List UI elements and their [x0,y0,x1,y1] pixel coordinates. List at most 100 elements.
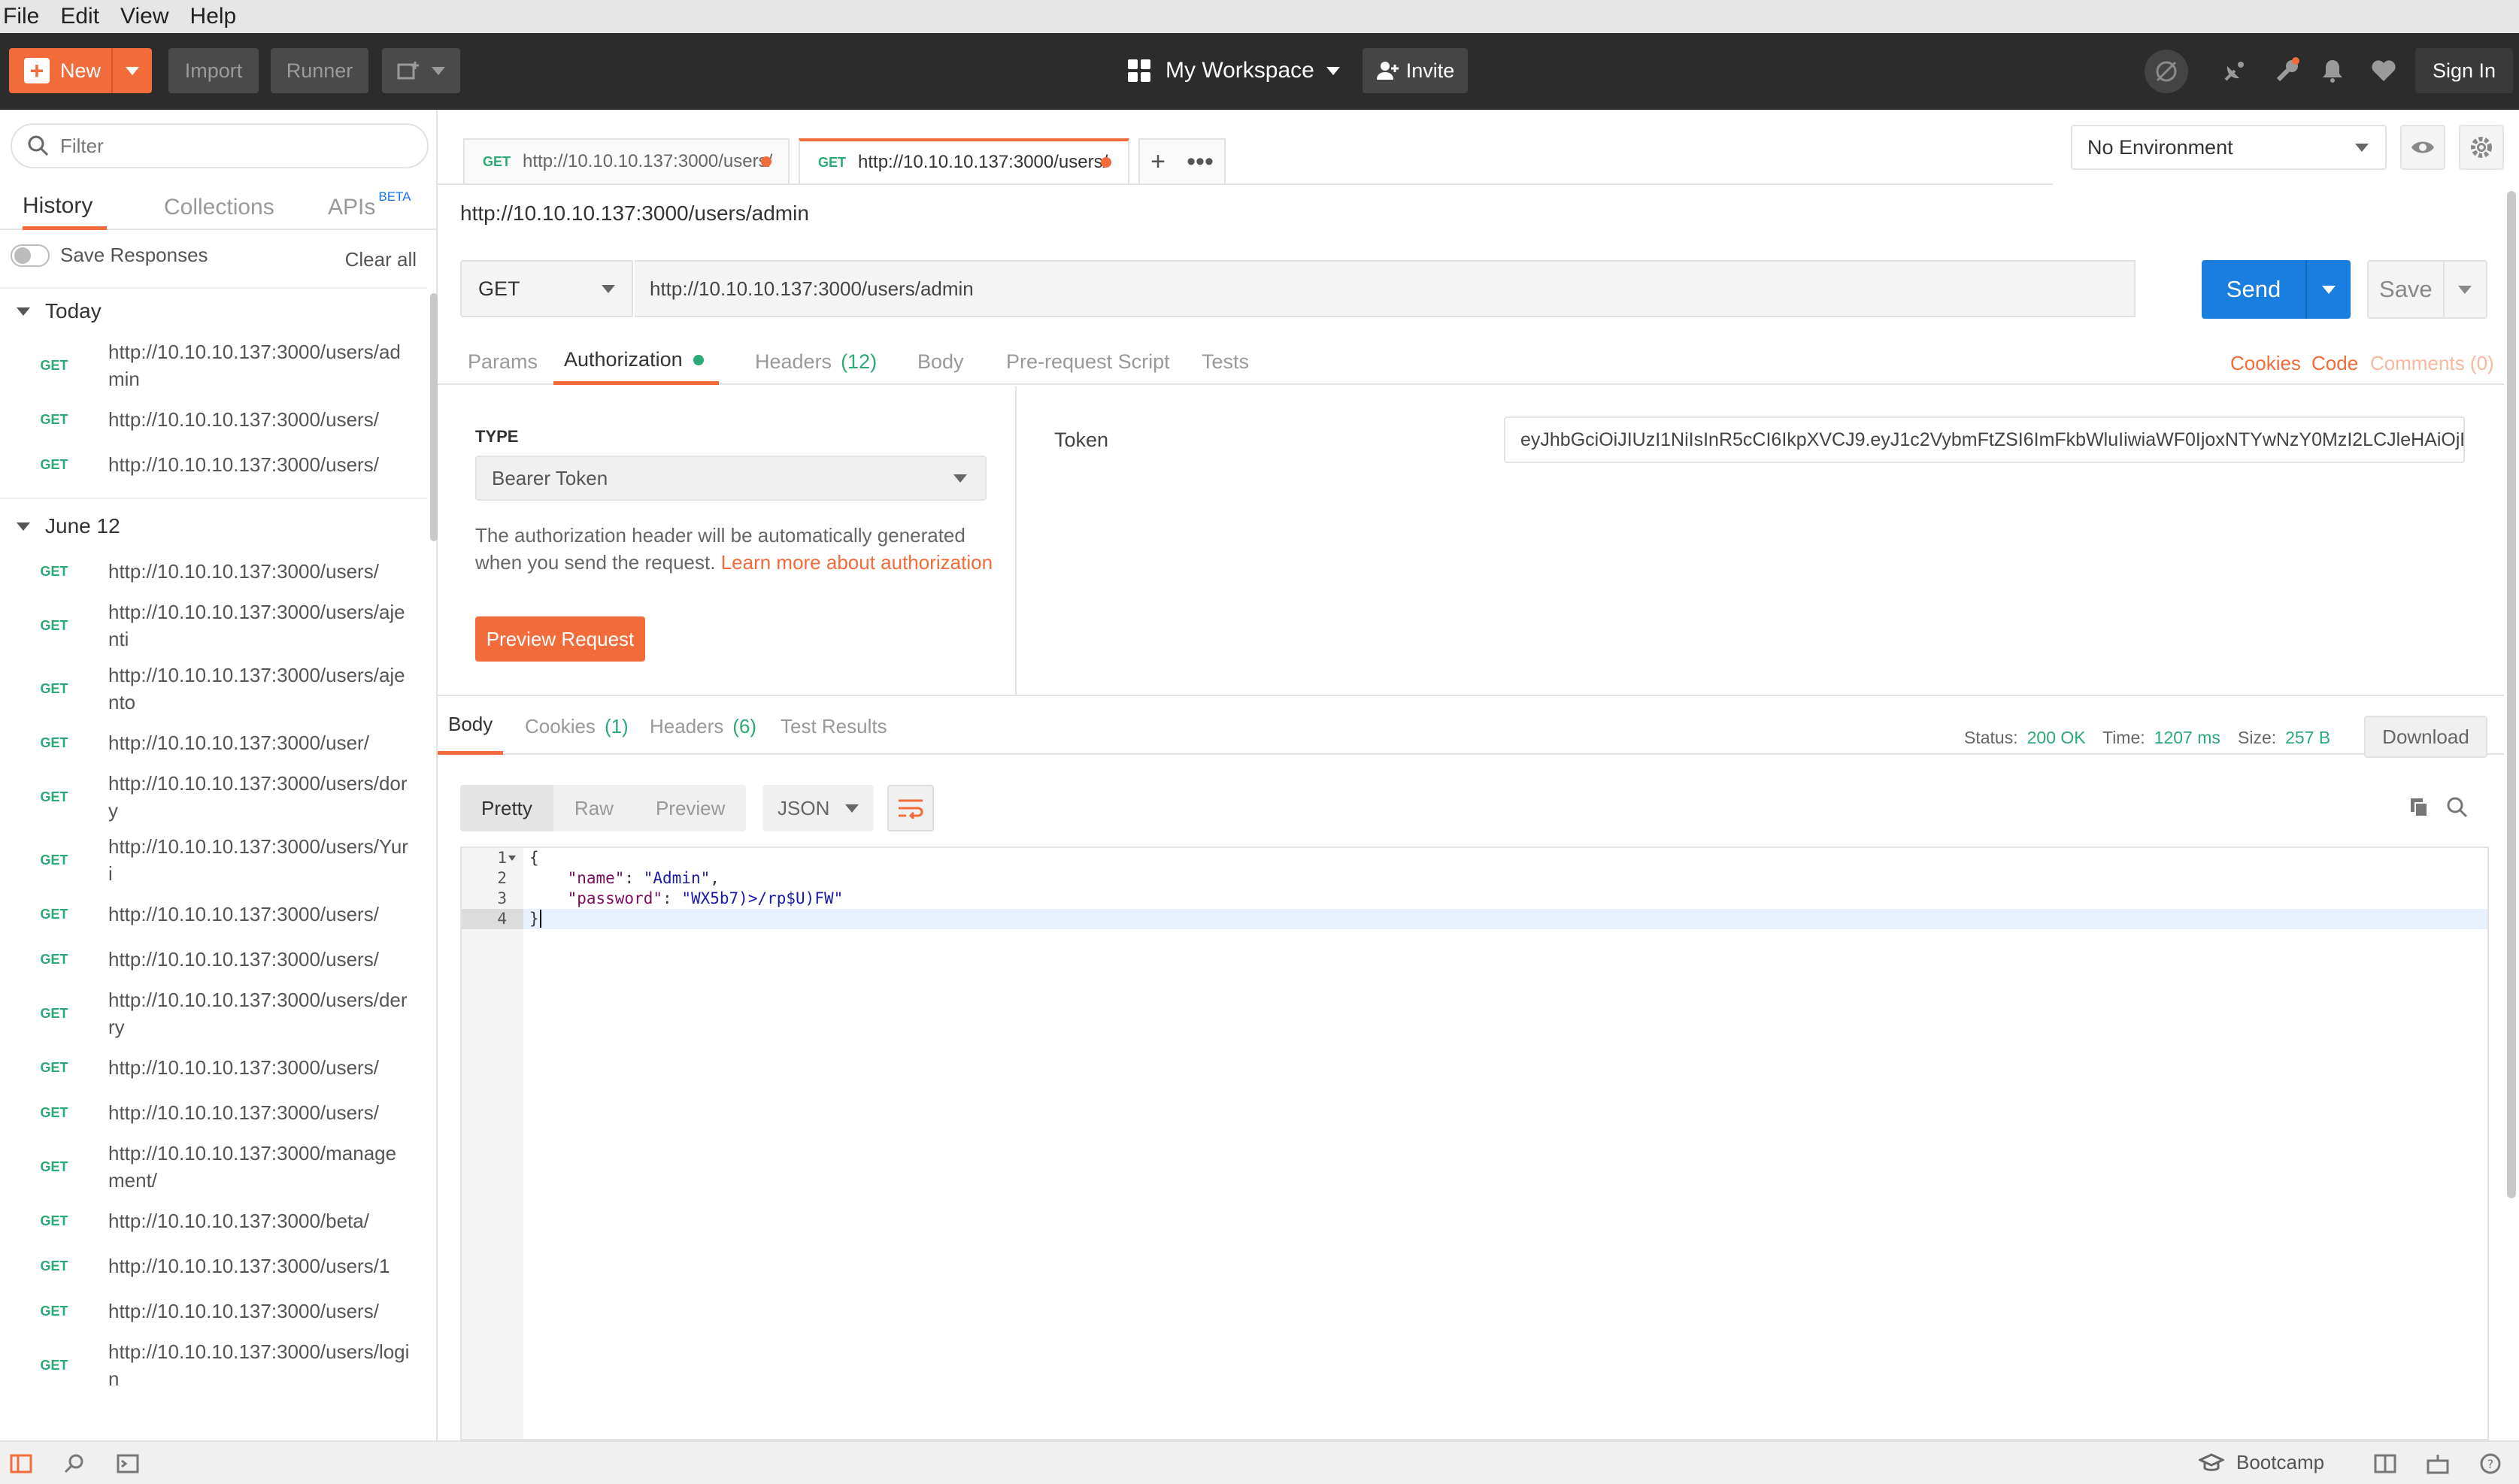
history-item[interactable]: GET http://10.10.10.137:3000/users/derry [0,982,427,1045]
menu-edit[interactable]: Edit [60,4,99,29]
unsaved-dot [1101,157,1111,168]
history-item[interactable]: GET http://10.10.10.137:3000/users/ [0,892,427,937]
wrap-lines-button[interactable] [887,785,934,831]
history-item[interactable]: GET http://10.10.10.137:3000/management/ [0,1135,427,1198]
save-responses-toggle[interactable]: Save Responses [11,244,208,267]
history-item[interactable]: GET http://10.10.10.137:3000/users/ajenti [0,594,427,657]
send-dropdown-toggle[interactable] [2305,260,2351,319]
two-pane-view-icon[interactable] [2372,1451,2399,1476]
history-item[interactable]: GET http://10.10.10.137:3000/users/ [0,442,427,487]
cookies-link[interactable]: Cookies [2230,352,2301,375]
history-item[interactable]: GET http://10.10.10.137:3000/users/ [0,549,427,594]
menu-view[interactable]: View [120,4,168,29]
history-item[interactable]: GET http://10.10.10.137:3000/user/ [0,720,427,765]
keyboard-shortcuts-icon[interactable] [2424,1451,2451,1476]
menu-help[interactable]: Help [190,4,237,29]
tab-apis[interactable]: APIs BETA [328,185,411,230]
auth-type-select[interactable]: Bearer Token [475,456,987,501]
copy-icon[interactable] [2403,791,2436,824]
sync-off-icon[interactable] [2145,50,2188,93]
comments-link[interactable]: Comments (0) [2370,352,2494,375]
satellite-icon[interactable] [2220,56,2250,86]
find-replace-icon[interactable] [60,1451,87,1476]
add-tab-icon[interactable]: + [1150,147,1166,177]
history-item[interactable]: GET http://10.10.10.137:3000/users/1 [0,1243,427,1289]
token-input[interactable]: eyJhbGciOiJIUzI1NiIsInR5cCI6IkpXVCJ9.eyJ… [1504,416,2465,463]
import-button[interactable]: Import [168,48,259,93]
tab-response-body[interactable]: Body [438,698,504,755]
save-button[interactable]: Save [2367,260,2487,319]
workspace-switcher[interactable]: My Workspace [1128,48,1340,93]
help-icon[interactable]: ? [2477,1451,2504,1476]
history-item[interactable]: GET http://10.10.10.137:3000/users/Yuri [0,828,427,892]
sign-in-button[interactable]: Sign In [2415,48,2513,93]
history-item[interactable]: GET http://10.10.10.137:3000/users/ [0,397,427,442]
filter-input[interactable] [60,134,406,158]
view-pretty[interactable]: Pretty [460,785,553,831]
tab-params[interactable]: Params [468,338,538,385]
url-input[interactable]: http://10.10.10.137:3000/users/admin [635,260,2136,317]
main-scrollbar[interactable] [2507,191,2516,1198]
new-window-button[interactable] [382,48,460,93]
wrench-icon[interactable] [2272,56,2302,86]
tab-authorization[interactable]: Authorization [553,338,719,385]
runner-button[interactable]: Runner [271,48,368,93]
new-button[interactable]: + New [9,48,152,93]
learn-more-link[interactable]: Learn more about authorization [721,551,993,574]
environment-select[interactable]: No Environment [2071,125,2387,170]
tab-collections[interactable]: Collections [164,185,274,230]
heart-icon[interactable] [2369,56,2399,86]
format-select[interactable]: JSON [762,785,874,831]
response-body-editor[interactable]: 1 2 3 4 { "name": "Admin", "password": "… [460,846,2489,1440]
line-number-gutter [462,848,523,1439]
search-icon[interactable] [2441,791,2474,824]
manage-environments-button[interactable] [2459,125,2504,170]
bootcamp-button[interactable]: Bootcamp [2199,1451,2324,1474]
fold-arrow-icon[interactable] [508,856,516,861]
history-group-today[interactable]: Today [0,289,427,334]
save-dropdown-toggle[interactable] [2442,261,2486,318]
menu-file[interactable]: File [3,4,39,29]
tab-body[interactable]: Body [917,338,964,385]
tab-response-headers[interactable]: Headers (6) [650,698,756,755]
request-tab[interactable]: GET http://10.10.10.137:3000/users/ [463,138,790,183]
request-tab-active[interactable]: GET http://10.10.10.137:3000/users/ [799,138,1129,183]
history-item-url: http://10.10.10.137:3000/beta/ [108,1210,369,1232]
tab-test-results[interactable]: Test Results [781,698,887,755]
download-button[interactable]: Download [2364,716,2487,758]
history-item[interactable]: GET http://10.10.10.137:3000/users/ [0,1090,427,1135]
preview-request-button[interactable]: Preview Request [475,616,645,662]
environment-quick-look-button[interactable] [2400,125,2445,170]
clear-all-button[interactable]: Clear all [345,248,417,271]
history-item[interactable]: GET http://10.10.10.137:3000/users/ajento [0,657,427,720]
history-item[interactable]: GET http://10.10.10.137:3000/users/dory [0,765,427,828]
toggle-sidebar-icon[interactable] [8,1451,35,1476]
tab-headers[interactable]: Headers (12) [755,338,877,385]
more-tabs-icon[interactable]: ••• [1187,147,1214,177]
console-icon[interactable] [114,1451,141,1476]
history-item[interactable]: GET http://10.10.10.137:3000/users/ [0,1289,427,1334]
new-dropdown-toggle[interactable] [111,48,152,93]
tab-history[interactable]: History [23,185,107,230]
filter-field[interactable] [11,123,429,168]
tab-tests[interactable]: Tests [1202,338,1249,385]
tab-pre-request-script[interactable]: Pre-request Script [1006,338,1170,385]
history-item[interactable]: GET http://10.10.10.137:3000/users/login [0,1334,427,1397]
tab-response-cookies[interactable]: Cookies (1) [525,698,629,755]
send-button[interactable]: Send [2202,260,2351,319]
history-item[interactable]: GET http://10.10.10.137:3000/beta/ [0,1198,427,1243]
sidebar-scrollbar[interactable] [430,293,438,541]
status-label: Status: [1964,728,2018,747]
view-preview[interactable]: Preview [634,785,747,831]
history-item[interactable]: GET http://10.10.10.137:3000/users/ [0,937,427,982]
history-item[interactable]: GET http://10.10.10.137:3000/users/admin [0,334,427,397]
method-select[interactable]: GET [460,260,633,317]
code-link[interactable]: Code [2311,352,2358,375]
toggle-switch[interactable] [11,244,50,267]
view-raw[interactable]: Raw [553,785,635,831]
history-group-june-12[interactable]: June 12 [0,504,427,549]
bell-icon[interactable] [2317,56,2348,86]
request-title[interactable]: http://10.10.10.137:3000/users/admin [460,201,809,226]
invite-button[interactable]: Invite [1363,48,1468,93]
history-item[interactable]: GET http://10.10.10.137:3000/users/ [0,1045,427,1090]
